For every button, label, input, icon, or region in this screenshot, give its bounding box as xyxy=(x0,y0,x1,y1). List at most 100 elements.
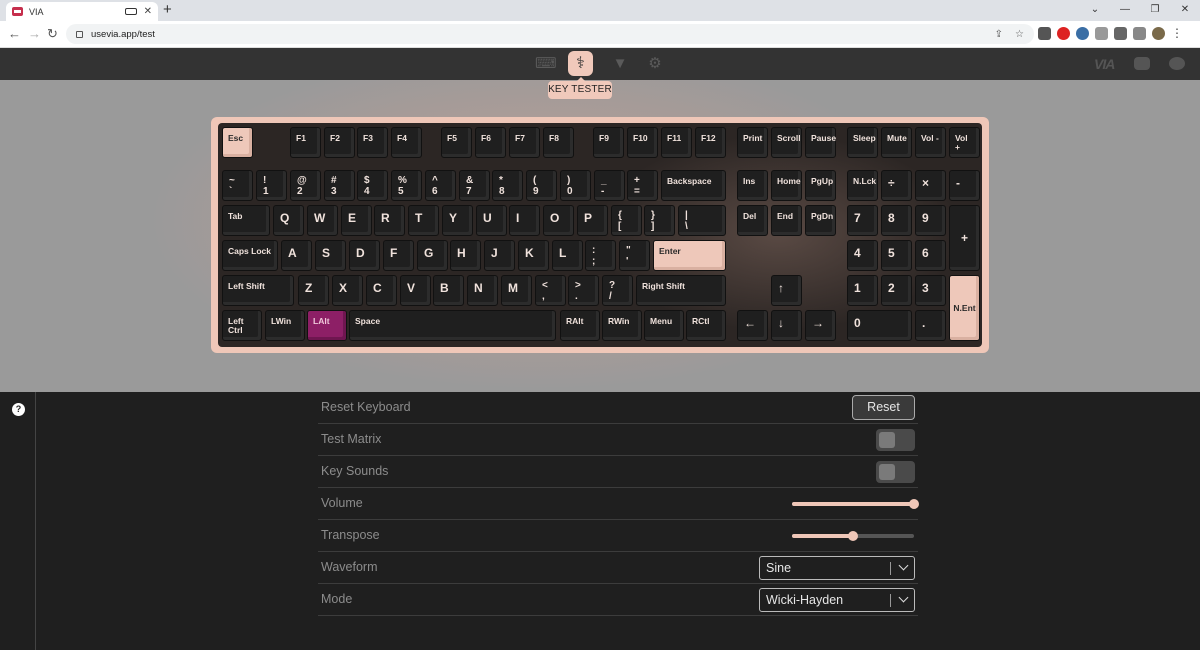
key-g[interactable]: G xyxy=(417,240,448,271)
key-f2[interactable]: F2 xyxy=(324,127,355,158)
discord-icon[interactable] xyxy=(1134,57,1150,70)
transpose-slider[interactable] xyxy=(792,531,914,541)
media-playing-icon[interactable] xyxy=(124,8,137,15)
gear-icon[interactable]: ⚙ xyxy=(646,55,664,73)
key-slash[interactable]: ? / xyxy=(602,275,633,306)
key-p[interactable]: P xyxy=(577,205,608,236)
key-scroll[interactable]: Scroll xyxy=(771,127,802,158)
key-mute[interactable]: Mute xyxy=(881,127,912,158)
key-rshift[interactable]: Right Shift xyxy=(636,275,726,306)
back-button[interactable]: ← xyxy=(8,26,21,42)
avatar[interactable] xyxy=(1152,26,1165,40)
key-space[interactable]: Space xyxy=(349,310,556,341)
more-menu-icon[interactable]: ⋮ xyxy=(1171,26,1183,40)
key-caps[interactable]: Caps Lock xyxy=(222,240,278,271)
key-h[interactable]: H xyxy=(450,240,481,271)
key-kpdot[interactable]: . xyxy=(915,310,946,341)
key-rbrc[interactable]: }] xyxy=(644,205,675,236)
key-w[interactable]: W xyxy=(307,205,338,236)
volume-thumb[interactable] xyxy=(909,499,919,509)
transpose-thumb[interactable] xyxy=(848,531,858,541)
key-kp7[interactable]: 7 xyxy=(847,205,878,236)
key-nlck[interactable]: N.Lck xyxy=(847,170,878,201)
key-del[interactable]: Del xyxy=(737,205,768,236)
key-n1[interactable]: ! 1 xyxy=(256,170,287,201)
key-l[interactable]: L xyxy=(552,240,583,271)
key-kp3[interactable]: 3 xyxy=(915,275,946,306)
key-a[interactable]: A xyxy=(281,240,312,271)
key-kpent[interactable]: N.Ent xyxy=(949,275,980,341)
key-kp6[interactable]: 6 xyxy=(915,240,946,271)
github-icon[interactable] xyxy=(1169,57,1185,70)
key-b[interactable]: B xyxy=(433,275,464,306)
maximize-button[interactable]: ❐ xyxy=(1140,0,1170,21)
waveform-select[interactable]: Sine xyxy=(759,556,915,580)
key-c[interactable]: C xyxy=(366,275,397,306)
key-menu[interactable]: Menu xyxy=(644,310,684,341)
key-n4[interactable]: $4 xyxy=(357,170,388,201)
globe-extension-icon[interactable] xyxy=(1076,26,1089,40)
key-bslash[interactable]: | \ xyxy=(678,205,726,236)
key-o[interactable]: O xyxy=(543,205,574,236)
key-kp4[interactable]: 4 xyxy=(847,240,878,271)
key-down[interactable]: ↓ xyxy=(771,310,802,341)
reader-extension-icon[interactable] xyxy=(1095,26,1108,40)
forward-button[interactable]: → xyxy=(28,26,41,42)
key-f3[interactable]: F3 xyxy=(357,127,388,158)
key-z[interactable]: Z xyxy=(298,275,329,306)
via-logo[interactable]: VIA xyxy=(1094,56,1115,72)
design-icon[interactable]: ▼ xyxy=(611,55,629,73)
key-f1[interactable]: F1 xyxy=(290,127,321,158)
share-icon[interactable]: ⇪ xyxy=(995,29,1003,40)
key-e[interactable]: E xyxy=(341,205,372,236)
key-j[interactable]: J xyxy=(484,240,515,271)
test-matrix-toggle[interactable] xyxy=(876,429,915,451)
key-f5[interactable]: F5 xyxy=(441,127,472,158)
chevron-down-icon[interactable] xyxy=(898,592,909,603)
key-kpplus[interactable]: + xyxy=(949,205,980,271)
key-s[interactable]: S xyxy=(315,240,346,271)
key-kpminus[interactable]: - xyxy=(949,170,980,201)
key-tab[interactable]: Tab xyxy=(222,205,270,236)
key-quote[interactable]: " ' xyxy=(619,240,650,271)
minimize-button[interactable]: — xyxy=(1110,0,1140,21)
key-volup[interactable]: Vol + xyxy=(949,127,980,158)
key-lwin[interactable]: LWin xyxy=(265,310,305,341)
browser-tab[interactable]: VIA ✕ xyxy=(6,2,158,21)
puzzle-icon[interactable] xyxy=(1114,26,1127,40)
key-kp5[interactable]: 5 xyxy=(881,240,912,271)
key-n[interactable]: N xyxy=(467,275,498,306)
key-kp0[interactable]: 0 xyxy=(847,310,912,341)
key-rctl[interactable]: RCtl xyxy=(686,310,726,341)
key-f7[interactable]: F7 xyxy=(509,127,540,158)
key-n8[interactable]: * 8 xyxy=(492,170,523,201)
key-f6[interactable]: F6 xyxy=(475,127,506,158)
key-f4[interactable]: F4 xyxy=(391,127,422,158)
key-x[interactable]: X xyxy=(332,275,363,306)
key-comma[interactable]: <, xyxy=(535,275,566,306)
key-n0[interactable]: ) 0 xyxy=(560,170,591,201)
key-home[interactable]: Home xyxy=(771,170,802,201)
key-lbrc[interactable]: {[ xyxy=(611,205,642,236)
key-end[interactable]: End xyxy=(771,205,802,236)
key-k[interactable]: K xyxy=(518,240,549,271)
key-f[interactable]: F xyxy=(383,240,414,271)
key-v[interactable]: V xyxy=(400,275,431,306)
key-i[interactable]: I xyxy=(509,205,540,236)
key-q[interactable]: Q xyxy=(273,205,304,236)
key-f8[interactable]: F8 xyxy=(543,127,574,158)
key-semi[interactable]: :; xyxy=(585,240,616,271)
key-equal[interactable]: + = xyxy=(627,170,658,201)
key-kp1[interactable]: 1 xyxy=(847,275,878,306)
reset-button[interactable]: Reset xyxy=(852,395,915,420)
key-grave[interactable]: ~ ` xyxy=(222,170,253,201)
key-pgup[interactable]: PgUp xyxy=(805,170,836,201)
key-print[interactable]: Print xyxy=(737,127,768,158)
reload-button[interactable]: ↻ xyxy=(47,26,58,42)
key-lshift[interactable]: Left Shift xyxy=(222,275,294,306)
key-r[interactable]: R xyxy=(374,205,405,236)
opera-extension-icon[interactable] xyxy=(1057,26,1070,40)
lock-icon[interactable] xyxy=(76,30,83,38)
key-pause[interactable]: Pause xyxy=(805,127,836,158)
key-right[interactable]: → xyxy=(805,310,836,341)
